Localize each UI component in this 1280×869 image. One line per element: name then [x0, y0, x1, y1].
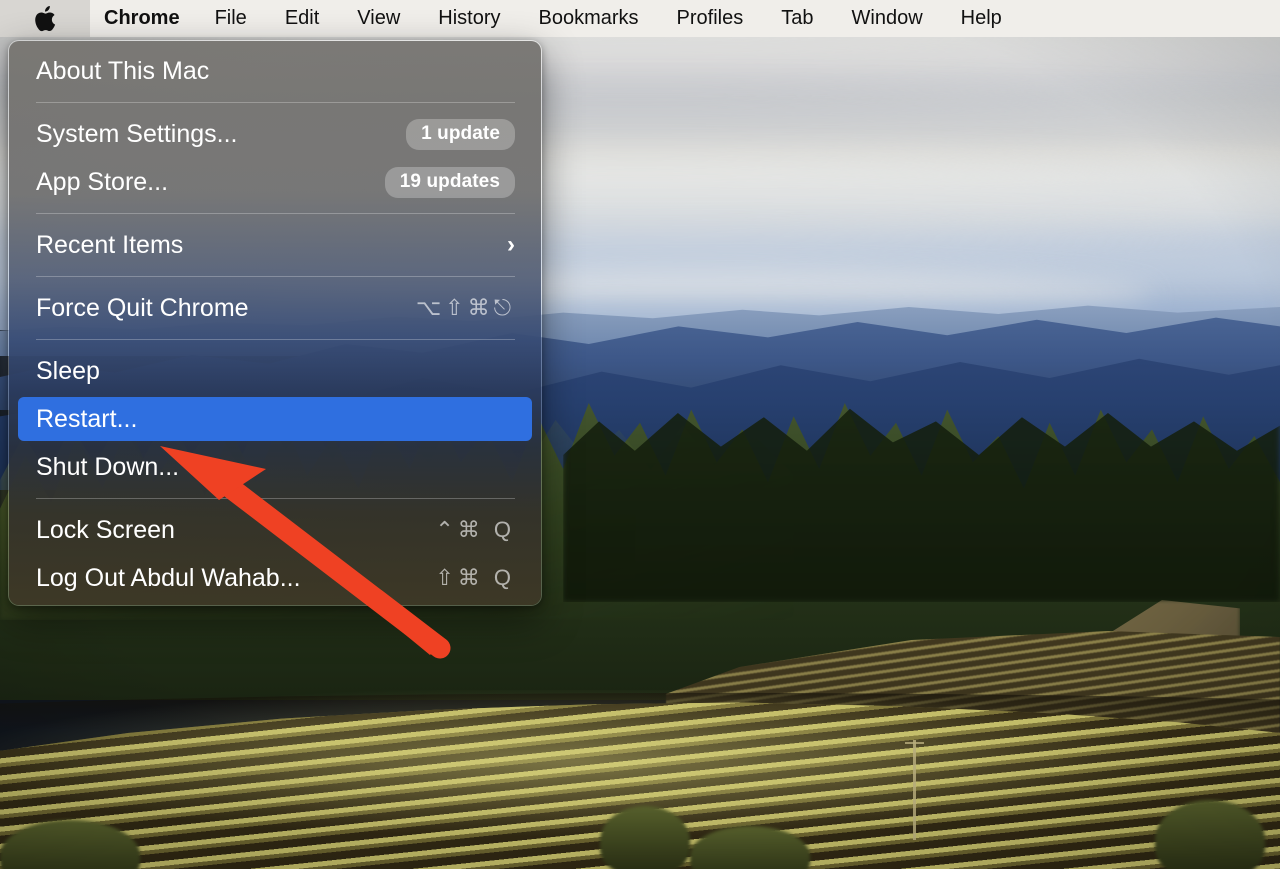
menu-bar-item-edit[interactable]: Edit: [266, 0, 338, 37]
menu-item-sleep[interactable]: Sleep: [9, 347, 541, 395]
menu-item-label: Lock Screen: [36, 515, 175, 544]
menu-bar-item-view[interactable]: View: [338, 0, 419, 37]
menu-bar-item-file[interactable]: File: [196, 0, 266, 37]
menu-item-recent-items[interactable]: Recent Items ›: [9, 221, 541, 269]
menu-item-label: Force Quit Chrome: [36, 293, 249, 322]
menu-item-label: App Store...: [36, 167, 169, 196]
menu-item-label: Recent Items: [36, 230, 184, 259]
menu-item-shut-down[interactable]: Shut Down...: [9, 443, 541, 491]
apple-logo-icon: [34, 5, 56, 32]
menu-item-label: Sleep: [36, 356, 100, 385]
keyboard-shortcut: ⌃⌘ Q: [435, 517, 515, 542]
menu-item-app-store[interactable]: App Store... 19 updates: [9, 158, 541, 206]
update-count-badge: 19 updates: [384, 166, 515, 198]
menu-bar-item-profiles[interactable]: Profiles: [658, 0, 763, 37]
keyboard-shortcut: ⌥⇧⌘⎋: [415, 295, 515, 320]
menu-item-label: System Settings...: [36, 119, 238, 148]
macos-menu-bar: Chrome File Edit View History Bookmarks …: [0, 0, 1280, 37]
chevron-right-icon: ›: [507, 231, 515, 258]
menu-bar-item-window[interactable]: Window: [833, 0, 942, 37]
menu-separator: [36, 276, 515, 277]
menu-item-log-out[interactable]: Log Out Abdul Wahab... ⇧⌘ Q: [9, 554, 541, 602]
menu-item-label: Restart...: [36, 404, 138, 433]
menu-separator: [36, 339, 515, 340]
menu-item-system-settings[interactable]: System Settings... 1 update: [9, 110, 541, 158]
wallpaper-bush: [600, 806, 690, 869]
menu-item-restart[interactable]: Restart...: [9, 395, 541, 443]
update-count-badge: 1 update: [406, 118, 515, 150]
apple-menu-button[interactable]: [0, 0, 90, 37]
menu-item-about-this-mac[interactable]: About This Mac: [9, 47, 541, 95]
menu-bar-item-tab[interactable]: Tab: [762, 0, 832, 37]
menu-item-label: Log Out Abdul Wahab...: [36, 563, 301, 592]
desktop-screen: Chrome File Edit View History Bookmarks …: [0, 0, 1280, 869]
menu-separator: [36, 102, 515, 103]
menu-bar-item-chrome[interactable]: Chrome: [90, 0, 196, 37]
menu-bar-item-history[interactable]: History: [419, 0, 519, 37]
menu-item-label: Shut Down...: [36, 452, 180, 481]
apple-menu-dropdown: About This Mac System Settings... 1 upda…: [8, 40, 542, 606]
menu-bar-item-help[interactable]: Help: [942, 0, 1021, 37]
menu-separator: [36, 498, 515, 499]
menu-item-lock-screen[interactable]: Lock Screen ⌃⌘ Q: [9, 506, 541, 554]
keyboard-shortcut: ⇧⌘ Q: [435, 565, 515, 590]
menu-separator: [36, 213, 515, 214]
menu-item-label: About This Mac: [36, 56, 210, 85]
wallpaper-utility-pole: [913, 740, 916, 840]
menu-bar-item-bookmarks[interactable]: Bookmarks: [520, 0, 658, 37]
menu-item-force-quit-chrome[interactable]: Force Quit Chrome ⌥⇧⌘⎋: [9, 284, 541, 332]
